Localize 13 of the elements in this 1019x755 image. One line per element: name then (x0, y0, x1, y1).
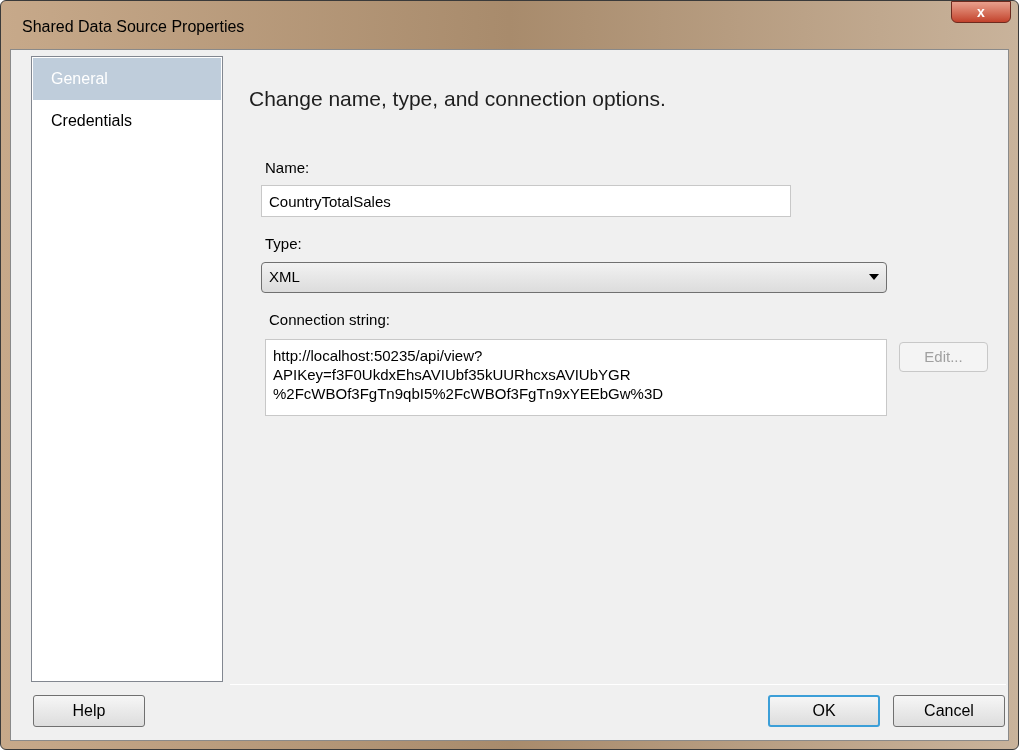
dialog-button[interactable]: OK (768, 694, 880, 727)
dialog-button[interactable]: Cancel (893, 694, 1005, 727)
type-label: Type: (265, 234, 303, 254)
type-dropdown[interactable]: XML (261, 261, 887, 293)
dialog-button[interactable]: Help (33, 694, 145, 727)
dropdown-arrow-icon (869, 274, 879, 280)
name-label: Name: (265, 157, 311, 178)
connection-string-label: Connection string: (269, 309, 391, 330)
page-heading: Change name, type, and connection options. (249, 86, 667, 112)
connection-string-field[interactable]: http://localhost:50235/api/view? APIKey=f3F0UkdxEhsAVIUbf35kUURhcxsAVIUbYGR %2FcWBOf3FgTn9qbI5%2FcWBOf3FgTn9xYEEbGw%3D (265, 339, 887, 416)
sidebar-item[interactable]: Credentials (33, 100, 221, 142)
name-field[interactable]: CountryTotalSales (261, 185, 791, 217)
window-title: Shared Data Source Properties (21, 17, 245, 37)
